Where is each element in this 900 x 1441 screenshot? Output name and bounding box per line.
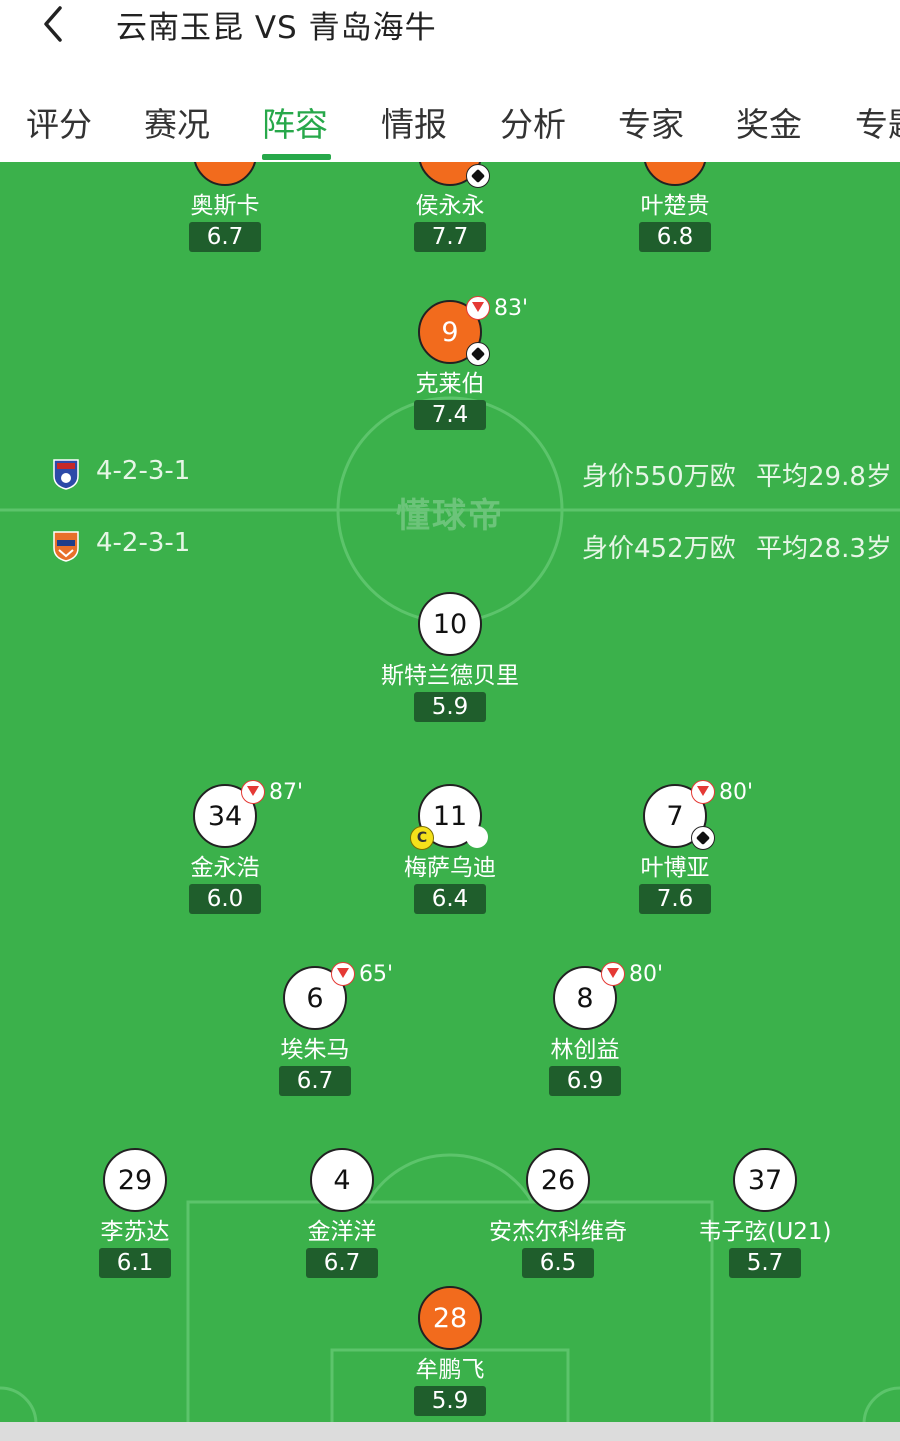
tab-ratings[interactable]: 评分 xyxy=(26,98,92,146)
player-name: 斯特兰德贝里 xyxy=(381,663,519,689)
away-formation: 4-2-3-1 xyxy=(96,528,191,558)
away-team-avg-age: 平均28.3岁 xyxy=(756,534,892,564)
player-name: 金洋洋 xyxy=(307,1219,377,1245)
home-team-info: 4-2-3-1 身价550万欧 平均29.8岁 xyxy=(0,454,900,494)
player-name: 梅萨乌迪 xyxy=(404,855,496,881)
sub-off-icon xyxy=(466,296,490,320)
home-team-value: 身价550万欧 xyxy=(582,462,736,492)
player-rating: 6.7 xyxy=(189,222,261,252)
match-title: 云南玉昆 VS 青岛海牛 xyxy=(116,10,437,46)
player-rating: 7.7 xyxy=(414,222,486,252)
home-team-avg-age: 平均29.8岁 xyxy=(756,462,892,492)
active-tab-indicator xyxy=(262,154,331,160)
tab-lineup[interactable]: 阵容 xyxy=(262,98,328,146)
sub-off-icon xyxy=(601,962,625,986)
player-name: 叶楚贵 xyxy=(640,193,710,219)
player-rating: 5.9 xyxy=(414,692,486,722)
player-rating: 6.5 xyxy=(522,1248,594,1278)
tab-intel[interactable]: 情报 xyxy=(381,98,447,146)
sub-off-icon xyxy=(691,780,715,804)
goal-ball-icon xyxy=(466,164,490,188)
sub-off-icon xyxy=(241,780,265,804)
away-team-info: 4-2-3-1 身价452万欧 平均28.3岁 xyxy=(0,526,900,566)
player-rating: 5.7 xyxy=(729,1248,801,1278)
away-team-value: 身价452万欧 xyxy=(582,534,736,564)
assist-boot-icon xyxy=(466,826,488,848)
tab-topics[interactable]: 专题 xyxy=(855,98,900,146)
top-bar: 云南玉昆 VS 青岛海牛 xyxy=(0,0,900,60)
player-rating: 7.4 xyxy=(414,400,486,430)
tab-bonus[interactable]: 奖金 xyxy=(736,98,802,146)
player-name: 韦子弦(U21) xyxy=(698,1219,832,1245)
sub-minute: 83' xyxy=(494,296,529,321)
home-team-crest-icon xyxy=(53,459,79,490)
jersey-number: 37 xyxy=(733,1148,797,1212)
goal-ball-icon xyxy=(691,826,715,850)
jersey-number: 26 xyxy=(526,1148,590,1212)
captain-badge: C xyxy=(410,826,434,850)
player-name: 克莱伯 xyxy=(415,371,485,397)
player-rating: 7.6 xyxy=(639,884,711,914)
goal-ball-icon xyxy=(466,342,490,366)
tab-experts[interactable]: 专家 xyxy=(618,98,684,146)
player-rating: 6.8 xyxy=(639,222,711,252)
player-rating: 6.1 xyxy=(99,1248,171,1278)
player-rating: 6.4 xyxy=(414,884,486,914)
player-name: 奥斯卡 xyxy=(190,193,260,219)
tab-bar: 评分 赛况 阵容 情报 分析 专家 奖金 专题 xyxy=(0,90,900,162)
jersey-number: 10 xyxy=(418,592,482,656)
pitch: 懂球帝 奥斯卡 6.7 侯永永 7.7 叶楚贵 6.8 9 83' 克莱伯 7.… xyxy=(0,162,900,1422)
sub-minute: 80' xyxy=(629,962,664,987)
jersey-number: 28 xyxy=(418,1286,482,1350)
player-rating: 6.0 xyxy=(189,884,261,914)
player-name: 叶博亚 xyxy=(640,855,710,881)
player-rating: 6.9 xyxy=(549,1066,621,1096)
back-icon[interactable] xyxy=(30,0,80,50)
player-name: 侯永永 xyxy=(415,193,485,219)
player-name: 安杰尔科维奇 xyxy=(489,1219,627,1245)
sub-minute: 80' xyxy=(719,780,754,805)
bottom-strip xyxy=(0,1422,900,1441)
tab-match-status[interactable]: 赛况 xyxy=(144,98,210,146)
jersey-number: 29 xyxy=(103,1148,167,1212)
sub-minute: 87' xyxy=(269,780,304,805)
player-name: 埃朱马 xyxy=(280,1037,350,1063)
jersey-number: 4 xyxy=(310,1148,374,1212)
home-formation: 4-2-3-1 xyxy=(96,456,191,486)
away-team-crest-icon xyxy=(53,531,79,562)
sub-minute: 65' xyxy=(359,962,394,987)
player-name: 李苏达 xyxy=(100,1219,170,1245)
sub-off-icon xyxy=(331,962,355,986)
player-rating: 6.7 xyxy=(279,1066,351,1096)
player-rating: 6.7 xyxy=(306,1248,378,1278)
player-name: 金永浩 xyxy=(190,855,260,881)
player-name: 牟鹏飞 xyxy=(415,1357,485,1383)
player-name: 林创益 xyxy=(550,1037,620,1063)
player-rating: 5.9 xyxy=(414,1386,486,1416)
tab-analysis[interactable]: 分析 xyxy=(500,98,566,146)
